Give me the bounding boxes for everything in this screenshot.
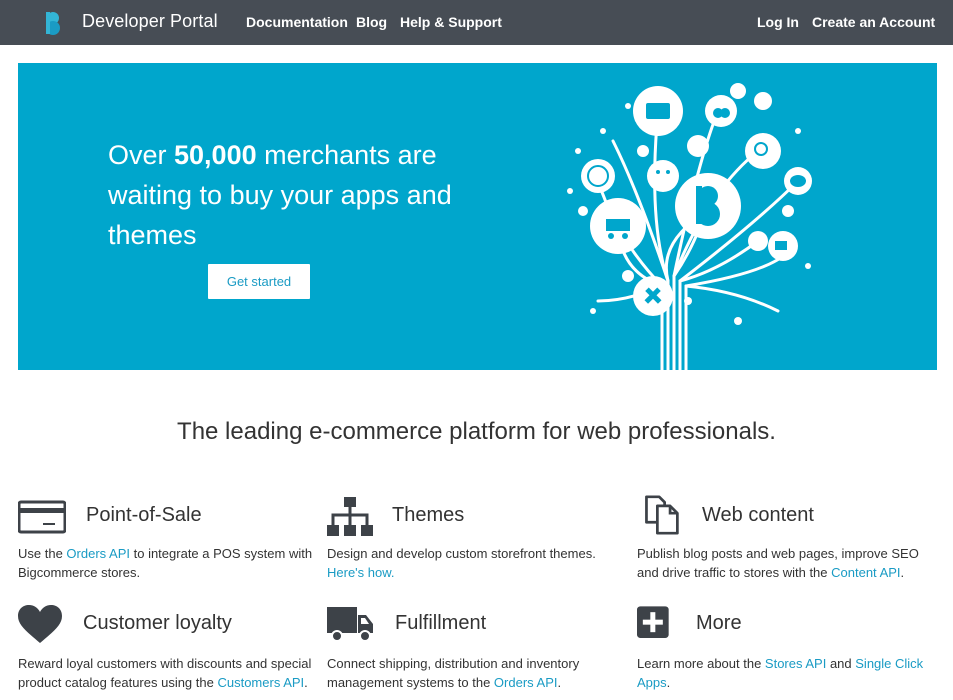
feature-description: Publish blog posts and web pages, improv… [637, 544, 937, 582]
login-link[interactable]: Log In [757, 14, 799, 30]
credit-card-icon [18, 500, 66, 534]
feature-title: Point-of-Sale [86, 504, 202, 526]
create-account-link[interactable]: Create an Account [812, 14, 935, 30]
orders-api-link[interactable]: Orders API [494, 675, 558, 690]
nav-help-support-link[interactable]: Help & Support [400, 14, 502, 30]
hero-line1-post: merchants are [256, 140, 437, 170]
bigcommerce-logo-icon[interactable] [41, 10, 65, 36]
feature-description: Design and develop custom storefront the… [327, 544, 627, 582]
brand-title[interactable]: Developer Portal [82, 11, 218, 32]
app-tree-illustration-icon [567, 83, 812, 371]
feature-desc-text: Learn more about the [637, 656, 765, 671]
top-navigation-bar: Developer Portal Documentation Blog Help… [0, 0, 953, 45]
feature-description: Reward loyal customers with discounts an… [18, 654, 323, 692]
feature-title: Customer loyalty [83, 612, 232, 634]
documents-icon [645, 495, 679, 535]
feature-desc-text: . [304, 675, 308, 690]
hero-line1-pre: Over [108, 140, 175, 170]
feature-desc-text: . [900, 565, 905, 580]
feature-desc-text: Use the [18, 546, 67, 561]
hero-line2: waiting to buy your apps and [108, 180, 452, 210]
nav-blog-link[interactable]: Blog [356, 14, 387, 30]
feature-title: Web content [702, 504, 814, 526]
hero-banner: Over 50,000 merchants are waiting to buy… [18, 63, 937, 371]
sitemap-icon [327, 497, 373, 536]
stores-api-link[interactable]: Stores API [765, 656, 826, 671]
feature-desc-text: . [557, 675, 562, 690]
hero-merchant-count: 50,000 [174, 140, 257, 170]
feature-description: Use the Orders API to integrate a POS sy… [18, 544, 318, 582]
heres-how-link[interactable]: Here's how. [327, 565, 395, 580]
feature-description: Connect shipping, distribution and inven… [327, 654, 627, 692]
platform-tagline: The leading e-commerce platform for web … [177, 418, 776, 445]
feature-title: Fulfillment [395, 612, 487, 634]
feature-title: More [696, 612, 742, 634]
get-started-button[interactable]: Get started [208, 264, 310, 299]
feature-desc-text: Design and develop custom storefront the… [327, 546, 596, 561]
hero-line3: themes [108, 220, 197, 250]
feature-desc-text: . [666, 675, 671, 690]
feature-description: Learn more about the Stores API and Sing… [637, 654, 937, 692]
plus-icon [637, 606, 669, 638]
feature-title: Themes [392, 504, 465, 526]
hero-headline: Over 50,000 merchants are waiting to buy… [108, 135, 508, 255]
truck-icon [327, 607, 373, 642]
feature-desc-text: and [826, 656, 856, 671]
customers-api-link[interactable]: Customers API [217, 675, 304, 690]
nav-documentation-link[interactable]: Documentation [246, 14, 348, 30]
orders-api-link[interactable]: Orders API [66, 546, 130, 561]
heart-icon [18, 605, 62, 643]
content-api-link[interactable]: Content API [831, 565, 900, 580]
